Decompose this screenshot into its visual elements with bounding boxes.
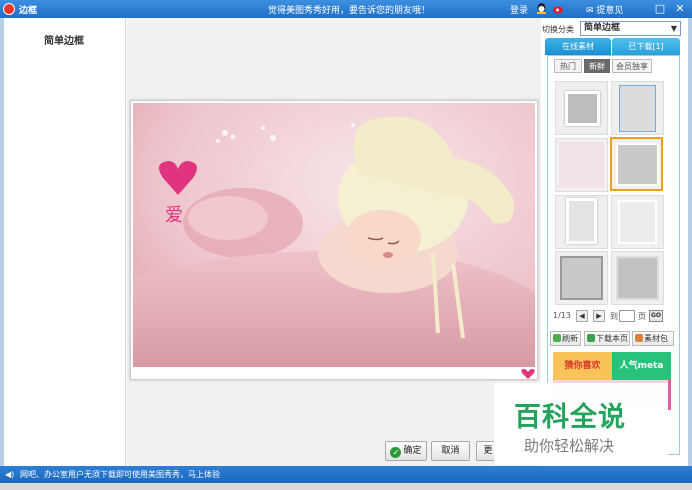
- subtab-vip[interactable]: 会员独享: [612, 59, 652, 73]
- refresh-icon: [553, 334, 561, 342]
- qq-icon[interactable]: [536, 3, 547, 15]
- thumb-frame-7[interactable]: [555, 251, 608, 305]
- frame-heart-icon: [521, 369, 535, 379]
- category-select[interactable]: 简单边框 ▼: [580, 21, 681, 36]
- watermark: 百科全说 助你轻松解决: [494, 383, 668, 465]
- thumb-frame-5[interactable]: [555, 195, 608, 249]
- minimize-button[interactable]: □: [652, 2, 668, 16]
- refresh-button[interactable]: 刷新: [550, 331, 581, 346]
- promo-text[interactable]: 觉得美图秀秀好用，要告诉您的朋友哦！: [268, 3, 430, 16]
- cancel-button[interactable]: 取消: [431, 441, 470, 461]
- thumb-frame-1[interactable]: [555, 81, 608, 135]
- goto-label: 到: [610, 312, 618, 321]
- go-button[interactable]: GO: [649, 310, 663, 322]
- right-window-edge: [688, 18, 692, 466]
- thumb-frame-3[interactable]: [555, 138, 608, 192]
- tab-online-materials[interactable]: 在线素材: [545, 38, 611, 55]
- banner-right: 人气meta: [612, 352, 671, 380]
- tab-downloaded[interactable]: 已下载[1]: [612, 38, 680, 55]
- thumb-frame-4-selected[interactable]: [610, 137, 663, 191]
- prev-page-button[interactable]: ◀: [576, 310, 588, 322]
- material-pack-button[interactable]: 素材包: [632, 331, 674, 346]
- thumb-frame-6[interactable]: [611, 195, 664, 249]
- status-text[interactable]: 网吧、办公室用户无须下载即可使用美图秀秀，马上体验: [20, 469, 220, 480]
- close-icon: ✕: [675, 2, 685, 15]
- chevron-down-icon: ▼: [670, 24, 677, 33]
- app-logo-icon: [3, 3, 15, 15]
- feedback-link[interactable]: ✉ 提意见: [586, 3, 623, 16]
- frame-name-label: 简单边框: [44, 36, 84, 47]
- status-bar: ◀) 网吧、办公室用户无须下载即可使用美图秀秀，马上体验: [0, 466, 692, 483]
- category-label: 切换分类: [542, 25, 574, 34]
- watermark-title: 百科全说: [514, 402, 626, 433]
- title-bar: 边框 觉得美图秀秀好用，要告诉您的朋友哦！ 登录 ✉ 提意见 □ ✕: [0, 0, 692, 18]
- banner-left: 猜你喜欢: [553, 352, 612, 380]
- minimize-icon: □: [654, 2, 666, 15]
- package-icon: [635, 334, 643, 342]
- heart-label: 爱: [165, 205, 183, 226]
- baby-photo: 爱: [133, 103, 535, 367]
- subtab-hot[interactable]: 热门: [554, 59, 582, 73]
- next-page-button[interactable]: ▶: [593, 310, 605, 322]
- weibo-icon[interactable]: [553, 4, 564, 14]
- taskbar-strip: [0, 483, 692, 490]
- window-title: 边框: [19, 6, 38, 16]
- watermark-subtitle: 助你轻松解决: [524, 437, 615, 455]
- subtab-fresh[interactable]: 新鲜: [584, 59, 610, 73]
- speaker-icon: ◀): [5, 470, 15, 479]
- close-button[interactable]: ✕: [672, 2, 688, 16]
- page-unit-label: 页: [638, 312, 646, 321]
- download-page-button[interactable]: 下载本页: [584, 331, 630, 346]
- left-panel: 简单边框: [4, 18, 126, 466]
- login-link[interactable]: 登录: [510, 3, 528, 16]
- thumb-frame-8[interactable]: [611, 251, 664, 305]
- page-indicator: 1/13: [553, 311, 571, 320]
- confirm-button[interactable]: ✓ 确定: [385, 441, 427, 461]
- feedback-icon: ✉: [586, 6, 597, 16]
- thumb-frame-2[interactable]: [611, 81, 664, 135]
- check-icon: ✓: [390, 447, 402, 458]
- page-number-input[interactable]: [619, 310, 635, 322]
- promo-banner[interactable]: 猜你喜欢 人气meta: [553, 352, 671, 380]
- download-icon: [587, 334, 595, 342]
